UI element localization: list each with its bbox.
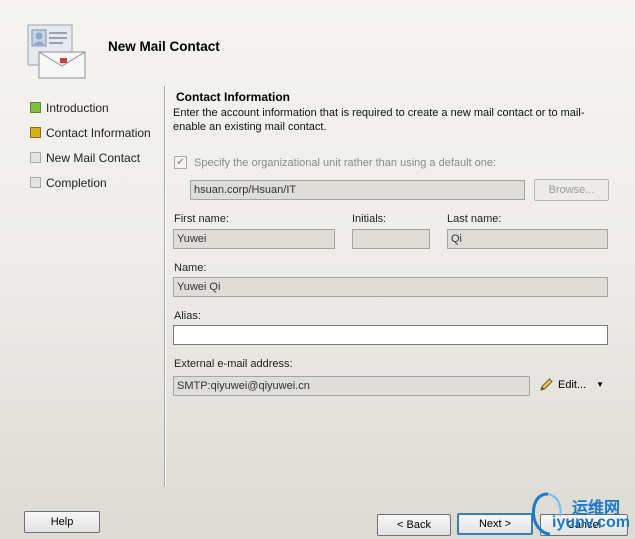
next-button[interactable]: Next > <box>457 513 533 535</box>
name-label: Name: <box>174 262 207 274</box>
initials-label: Initials: <box>352 213 387 225</box>
ou-checkbox[interactable]: ✔ <box>174 156 187 169</box>
ou-checkbox-row: ✔ Specify the organizational unit rather… <box>174 156 496 169</box>
external-email-field[interactable]: SMTP:qiyuwei@qiyuwei.cn <box>173 376 530 396</box>
step-label: Introduction <box>46 100 109 115</box>
step-pending-icon <box>30 177 41 188</box>
email-label: External e-mail address: <box>174 358 293 370</box>
last-name-field[interactable]: Qi <box>447 229 608 249</box>
step-pending-icon <box>30 152 41 163</box>
step-new-mail-contact: New Mail Contact <box>30 145 151 170</box>
alias-label: Alias: <box>174 310 201 322</box>
wizard-header: New Mail Contact <box>0 0 635 86</box>
step-label: Contact Information <box>46 125 151 140</box>
site-watermark: 运维网 iyunv.com <box>528 490 632 536</box>
pencil-icon <box>540 378 553 391</box>
last-name-label: Last name: <box>447 213 502 225</box>
edit-label: Edit... <box>558 378 587 391</box>
section-description: Enter the account information that is re… <box>173 107 585 133</box>
step-current-icon <box>30 127 41 138</box>
browse-button[interactable]: Browse... <box>534 179 609 201</box>
step-label: New Mail Contact <box>46 150 141 165</box>
alias-field[interactable] <box>173 325 608 345</box>
wizard-steps: Introduction Contact Information New Mai… <box>30 95 151 195</box>
checkmark-icon: ✔ <box>176 156 185 168</box>
mail-contact-icon <box>27 22 89 80</box>
watermark-url: iyunv.com <box>552 514 630 531</box>
panel-divider <box>164 86 166 486</box>
step-contact-information: Contact Information <box>30 120 151 145</box>
section-title: Contact Information <box>176 90 290 104</box>
edit-email-button[interactable]: Edit... ▼ <box>539 377 604 392</box>
first-name-label: First name: <box>174 213 230 225</box>
help-button[interactable]: Help <box>24 511 100 533</box>
page-title: New Mail Contact <box>108 39 220 54</box>
step-introduction: Introduction <box>30 95 151 120</box>
step-label: Completion <box>46 175 107 190</box>
step-completion: Completion <box>30 170 151 195</box>
first-name-field[interactable]: Yuwei <box>173 229 335 249</box>
back-button[interactable]: < Back <box>377 514 451 536</box>
ou-path-field[interactable]: hsuan.corp/Hsuan/IT <box>190 180 525 200</box>
ou-checkbox-label: Specify the organizational unit rather t… <box>194 156 497 169</box>
name-field[interactable]: Yuwei Qi <box>173 277 608 297</box>
initials-field[interactable] <box>352 229 430 249</box>
step-completed-icon <box>30 102 41 113</box>
dropdown-arrow-icon[interactable]: ▼ <box>596 380 604 389</box>
